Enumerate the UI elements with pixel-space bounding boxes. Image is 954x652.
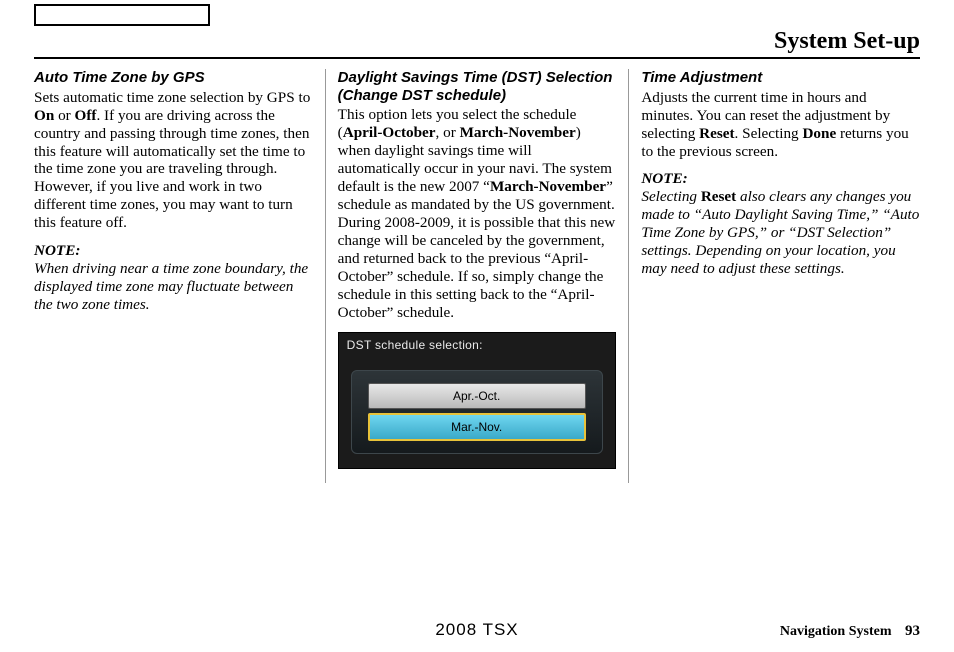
text: . If you are driving across the country …	[34, 107, 309, 232]
column-time-adjustment: Time Adjustment Adjusts the current time…	[628, 69, 920, 483]
dst-screenshot-title: DST schedule selection:	[339, 333, 615, 370]
heading-dst: Daylight Savings Time (DST) Selection (C…	[338, 69, 617, 104]
bold-reset: Reset	[699, 125, 734, 142]
para-auto-time-zone: Sets automatic time zone selection by GP…	[34, 89, 313, 233]
footer: 2008 TSX Navigation System 93	[0, 620, 954, 640]
footer-page-number: 93	[905, 623, 920, 639]
bold-on: On	[34, 107, 54, 124]
bold-march-november: March-November	[460, 124, 576, 141]
note-body: Selecting Reset also clears any changes …	[641, 188, 920, 278]
bold-march-november-2: March-November	[490, 178, 606, 195]
heading-auto-time-zone: Auto Time Zone by GPS	[34, 69, 313, 87]
dst-option-mar-nov[interactable]: Mar.-Nov.	[368, 413, 586, 441]
dst-option-panel: Apr.-Oct. Mar.-Nov.	[351, 370, 603, 454]
text: , or	[436, 124, 460, 141]
bold-april-october: April-October	[343, 124, 436, 141]
para-time-adjustment: Adjusts the current time in hours and mi…	[641, 89, 920, 161]
text: ” schedule as mandated by the US governm…	[338, 178, 616, 321]
column-auto-time-zone: Auto Time Zone by GPS Sets automatic tim…	[34, 69, 325, 483]
bold-done: Done	[802, 125, 836, 142]
dst-screenshot: DST schedule selection: Apr.-Oct. Mar.-N…	[338, 332, 616, 469]
content-columns: Auto Time Zone by GPS Sets automatic tim…	[34, 69, 920, 483]
footer-right: Navigation System 93	[780, 623, 920, 640]
text: . Selecting	[735, 125, 803, 142]
note-body: When driving near a time zone boundary, …	[34, 260, 313, 314]
footer-label: Navigation System	[780, 624, 892, 639]
bold-off: Off	[75, 107, 97, 124]
text: Selecting	[641, 188, 700, 205]
header-rule	[34, 57, 920, 59]
blank-corner-box	[34, 4, 210, 26]
text: Sets automatic time zone selection by GP…	[34, 89, 310, 106]
column-dst: Daylight Savings Time (DST) Selection (C…	[325, 69, 629, 483]
para-dst: This option lets you select the schedule…	[338, 106, 617, 321]
note-heading: NOTE:	[641, 170, 920, 188]
note-heading: NOTE:	[34, 242, 313, 260]
footer-model: 2008 TSX	[435, 620, 518, 640]
bold-reset-note: Reset	[701, 188, 736, 205]
heading-time-adjustment: Time Adjustment	[641, 69, 920, 87]
dst-option-apr-oct[interactable]: Apr.-Oct.	[368, 383, 586, 409]
text: or	[54, 107, 74, 124]
